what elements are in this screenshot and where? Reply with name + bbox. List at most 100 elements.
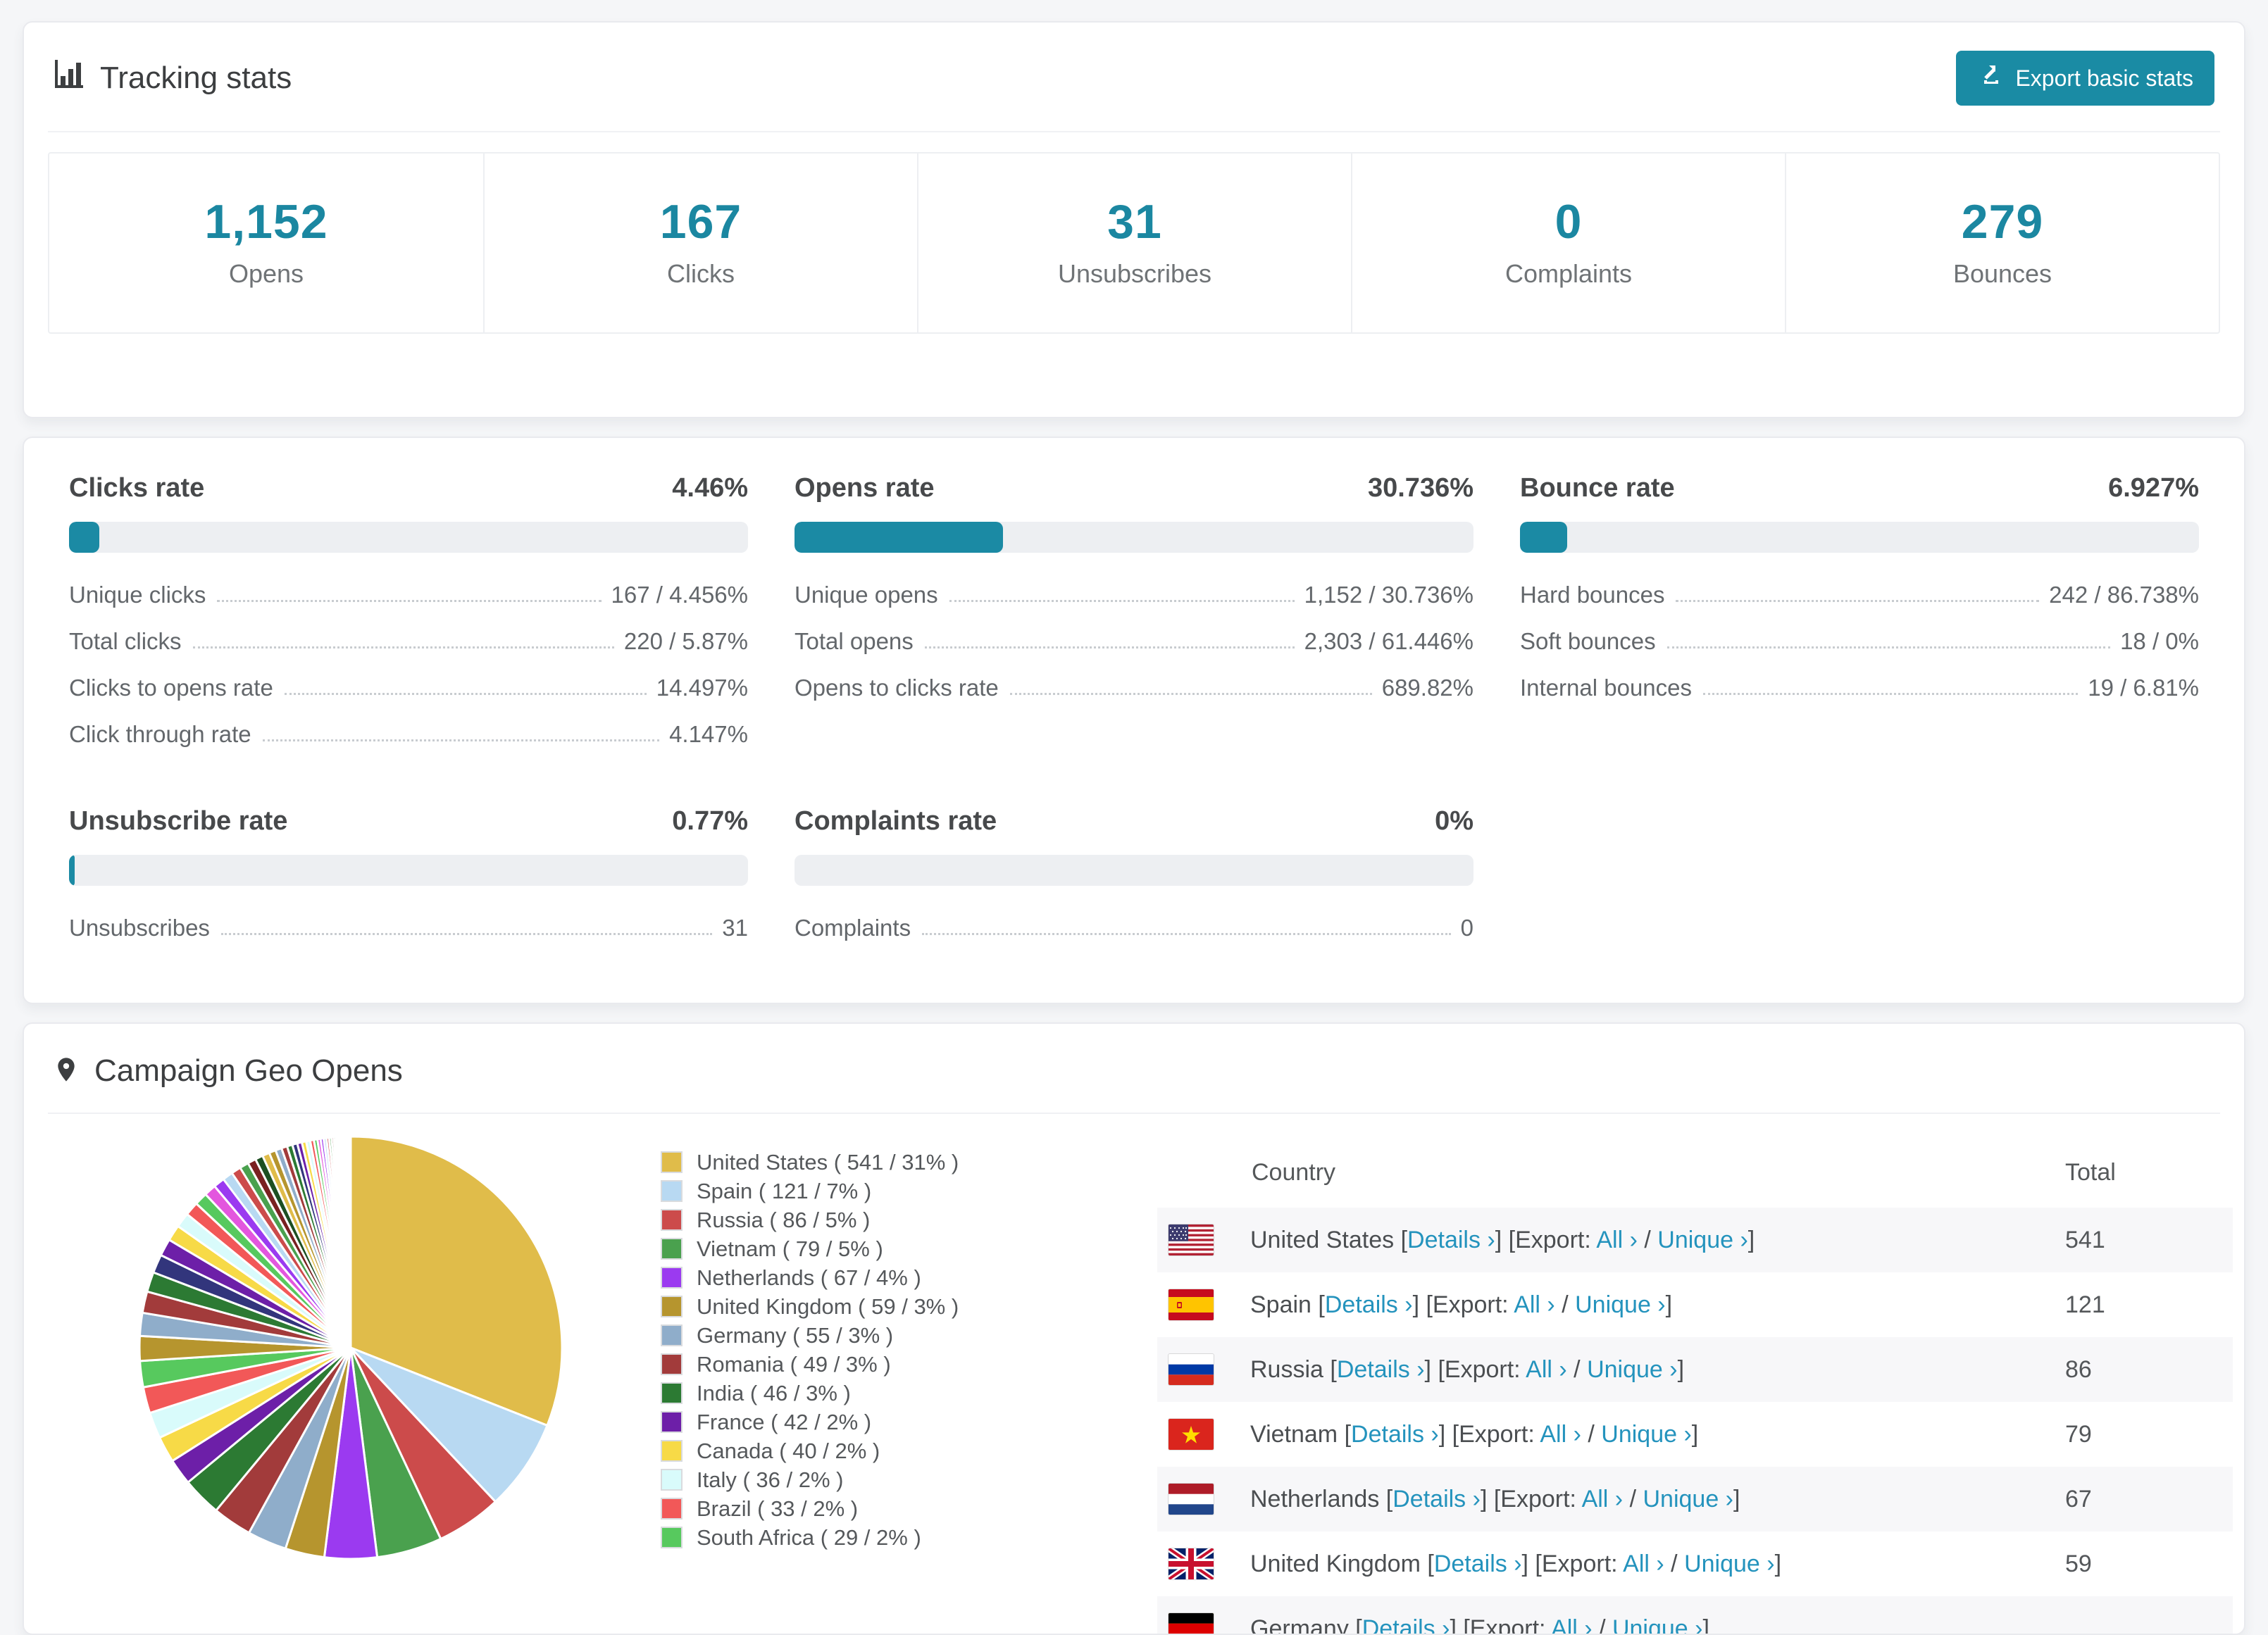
- opens-rate-value: 30.736%: [1368, 473, 1473, 503]
- summary-complaints: 0 Complaints: [1351, 154, 1785, 332]
- country-name-and-links: Russia [Details ›] [Export: All › / Uniq…: [1250, 1356, 1684, 1384]
- legend-swatch: [661, 1527, 683, 1548]
- legend-item: Netherlands ( 67 / 4% ): [661, 1263, 1052, 1292]
- export-basic-stats-button[interactable]: Export basic stats: [1956, 51, 2214, 106]
- stat-row: Total opens2,303 / 61.446%: [795, 618, 1473, 664]
- export-unique-link[interactable]: Unique ›: [1612, 1615, 1703, 1635]
- tracking-stats-title: Tracking stats: [52, 58, 292, 99]
- country-cell: Germany [Details ›] [Export: All › / Uni…: [1157, 1613, 2051, 1635]
- total-cell: 79: [2051, 1421, 2233, 1448]
- export-all-link[interactable]: All ›: [1596, 1227, 1638, 1253]
- legend-swatch: [661, 1296, 683, 1317]
- country-name: United States: [1250, 1227, 1394, 1253]
- geo-table-header: Country Total: [1157, 1146, 2233, 1208]
- country-name-and-links: Germany [Details ›] [Export: All › / Uni…: [1250, 1615, 1709, 1635]
- de-flag-icon: [1169, 1613, 1214, 1635]
- details-link[interactable]: Details ›: [1434, 1551, 1522, 1577]
- stat-row: Total clicks220 / 5.87%: [69, 618, 748, 664]
- legend-swatch: [661, 1151, 683, 1173]
- dotted-leader: [263, 739, 659, 741]
- export-all-link[interactable]: All ›: [1551, 1615, 1593, 1635]
- legend-swatch: [661, 1267, 683, 1289]
- geo-table-row: United States [Details ›] [Export: All ›…: [1157, 1208, 2233, 1272]
- legend-label: Romania ( 49 / 3% ): [697, 1352, 891, 1377]
- legend-label: Italy ( 36 / 2% ): [697, 1467, 843, 1493]
- country-name-and-links: Vietnam [Details ›] [Export: All › / Uni…: [1250, 1421, 1698, 1448]
- legend-swatch: [661, 1382, 683, 1404]
- legend-label: Brazil ( 33 / 2% ): [697, 1496, 858, 1522]
- bounce-rate-fill: [1520, 522, 1567, 553]
- details-link[interactable]: Details ›: [1392, 1486, 1481, 1512]
- gb-flag-icon: [1169, 1548, 1214, 1579]
- bounce-rate-value: 6.927%: [2108, 473, 2199, 503]
- country-name: Germany: [1250, 1615, 1349, 1635]
- details-link[interactable]: Details ›: [1407, 1227, 1495, 1253]
- clicks-rate-fill: [69, 522, 99, 553]
- details-link[interactable]: Details ›: [1351, 1421, 1439, 1448]
- export-unique-link[interactable]: Unique ›: [1601, 1421, 1692, 1448]
- export-unique-link[interactable]: Unique ›: [1575, 1291, 1666, 1318]
- stat-row: Clicks to opens rate14.497%: [69, 664, 748, 710]
- summary-bounces: 279 Bounces: [1785, 154, 2219, 332]
- geo-table-row: Spain [Details ›] [Export: All › / Uniqu…: [1157, 1272, 2233, 1337]
- geo-table-row: Russia [Details ›] [Export: All › / Uniq…: [1157, 1337, 2233, 1402]
- country-cell: United States [Details ›] [Export: All ›…: [1157, 1224, 2051, 1255]
- complaints-rate-value: 0%: [1435, 806, 1473, 837]
- geo-opens-header: Campaign Geo Opens: [24, 1024, 2244, 1113]
- country-name-and-links: Netherlands [Details ›] [Export: All › /…: [1250, 1486, 1740, 1513]
- geo-table-rows: United States [Details ›] [Export: All ›…: [1157, 1208, 2233, 1635]
- complaints-rate-bar: [795, 855, 1473, 886]
- legend-label: Netherlands ( 67 / 4% ): [697, 1265, 921, 1291]
- dotted-leader: [925, 646, 1295, 649]
- stat-row: Hard bounces242 / 86.738%: [1520, 571, 2199, 618]
- page-title: Tracking stats: [100, 61, 292, 96]
- dotted-leader: [221, 933, 712, 935]
- legend-swatch: [661, 1498, 683, 1520]
- geo-table-row: Germany [Details ›] [Export: All › / Uni…: [1157, 1596, 2233, 1635]
- unsubscribe-rate-panel: Unsubscribe rate 0.77% Unsubscribes31: [69, 806, 748, 951]
- total-cell: 121: [2051, 1291, 2233, 1319]
- legend-label: India ( 46 / 3% ): [697, 1381, 851, 1406]
- complaints-count: 0: [1352, 194, 1785, 249]
- geo-table-row: Vietnam [Details ›] [Export: All › / Uni…: [1157, 1402, 2233, 1467]
- country-cell: Vietnam [Details ›] [Export: All › / Uni…: [1157, 1419, 2051, 1450]
- summary-opens: 1,152 Opens: [49, 154, 483, 332]
- total-cell: 86: [2051, 1356, 2233, 1384]
- export-all-link[interactable]: All ›: [1540, 1421, 1581, 1448]
- export-all-link[interactable]: All ›: [1514, 1291, 1555, 1318]
- export-unique-link[interactable]: Unique ›: [1657, 1227, 1748, 1253]
- unsubscribe-rate-value: 0.77%: [672, 806, 748, 837]
- legend-item: United Kingdom ( 59 / 3% ): [661, 1292, 1052, 1321]
- export-all-link[interactable]: All ›: [1582, 1486, 1624, 1512]
- dotted-leader: [1010, 693, 1372, 695]
- nl-flag-icon: [1169, 1484, 1214, 1515]
- export-all-link[interactable]: All ›: [1526, 1356, 1567, 1383]
- stat-row: Unsubscribes31: [69, 904, 748, 951]
- country-cell: Russia [Details ›] [Export: All › / Uniq…: [1157, 1354, 2051, 1385]
- opens-rate-panel: Opens rate 30.736% Unique opens1,152 / 3…: [795, 473, 1473, 757]
- es-flag-icon: [1169, 1289, 1214, 1320]
- details-link[interactable]: Details ›: [1337, 1356, 1425, 1383]
- legend-label: Russia ( 86 / 5% ): [697, 1208, 870, 1233]
- legend-swatch: [661, 1411, 683, 1433]
- details-link[interactable]: Details ›: [1325, 1291, 1413, 1318]
- export-all-link[interactable]: All ›: [1623, 1551, 1664, 1577]
- dotted-leader: [1703, 693, 2078, 695]
- opens-rate-fill: [795, 522, 1003, 553]
- export-unique-link[interactable]: Unique ›: [1587, 1356, 1678, 1383]
- details-link[interactable]: Details ›: [1362, 1615, 1450, 1635]
- dotted-leader: [949, 600, 1295, 602]
- legend-item: Vietnam ( 79 / 5% ): [661, 1234, 1052, 1263]
- export-unique-link[interactable]: Unique ›: [1643, 1486, 1733, 1512]
- export-unique-link[interactable]: Unique ›: [1684, 1551, 1775, 1577]
- geo-opens-title: Campaign Geo Opens: [94, 1053, 403, 1089]
- geo-table: Country Total United States [Details ›] …: [1157, 1146, 2233, 1635]
- country-cell: United Kingdom [Details ›] [Export: All …: [1157, 1548, 2051, 1579]
- ru-flag-icon: [1169, 1354, 1214, 1385]
- clicks-rate-value: 4.46%: [672, 473, 748, 503]
- legend-label: South Africa ( 29 / 2% ): [697, 1525, 921, 1551]
- map-pin-icon: [52, 1055, 80, 1087]
- complaints-rate-panel: Complaints rate 0% Complaints0: [795, 806, 1473, 951]
- pie-chart-svg: [131, 1128, 571, 1567]
- country-name: United Kingdom: [1250, 1551, 1421, 1577]
